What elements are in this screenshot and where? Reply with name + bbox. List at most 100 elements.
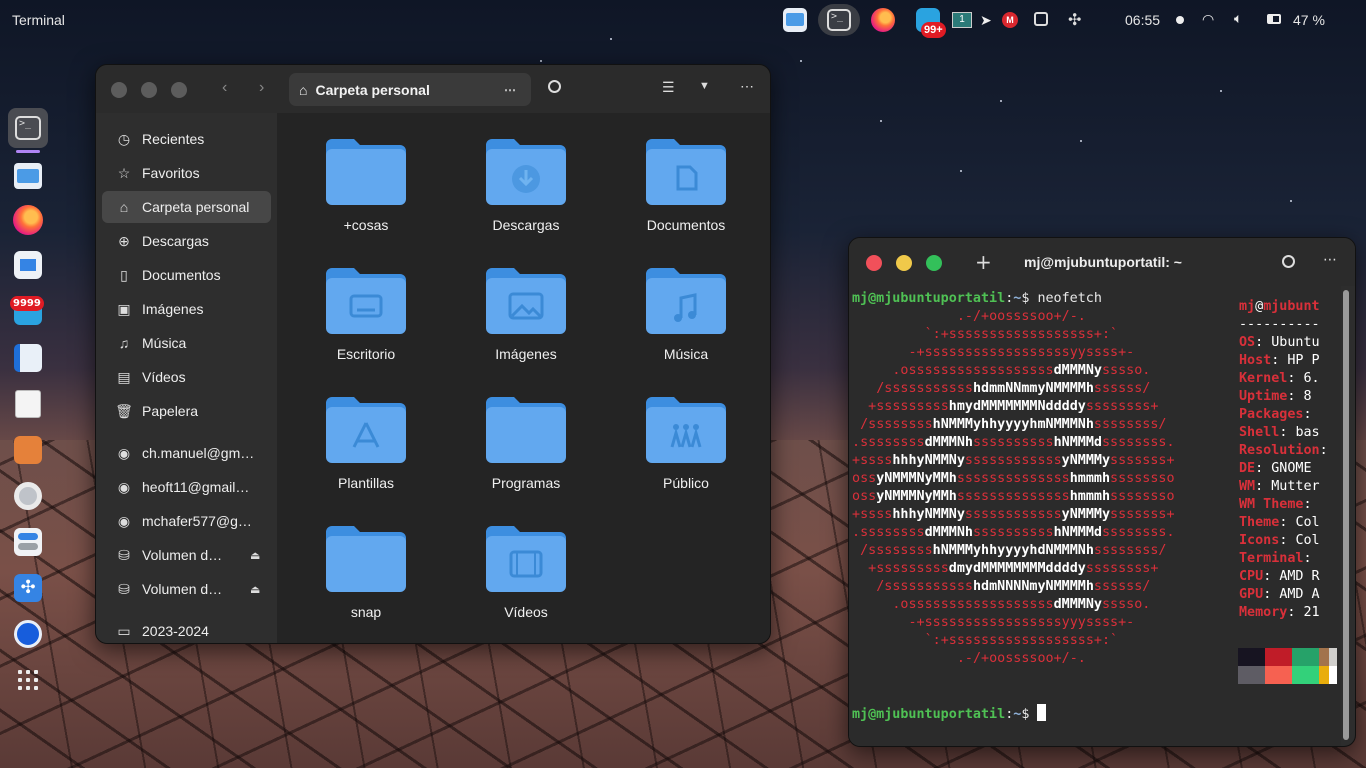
sidebar-item-favoritos[interactable]: ☆ Favoritos	[102, 157, 271, 189]
location-bar[interactable]: ⌂ Carpeta personal ⋯	[289, 73, 531, 106]
battery-icon[interactable]	[1267, 14, 1281, 24]
folder-icon	[326, 268, 406, 334]
folder-item[interactable]: +cosas	[296, 137, 436, 257]
palette-swatch	[1265, 648, 1292, 666]
clock[interactable]: 06:55	[1125, 12, 1160, 28]
list-view-icon[interactable]: ☰	[662, 79, 675, 96]
sidebar-item-carpeta-personal[interactable]: ⌂ Carpeta personal	[102, 191, 271, 223]
dock-files[interactable]	[10, 158, 46, 194]
sidebar-item-volume-1[interactable]: ⛁ Volumen d… ⏏	[102, 539, 271, 571]
minimize-button[interactable]	[141, 82, 157, 98]
dock-settings[interactable]	[10, 478, 46, 514]
home-icon: ⌂	[299, 81, 308, 98]
dock-extensions[interactable]: ✣	[10, 570, 46, 606]
dock-bitwarden[interactable]	[10, 616, 46, 652]
clipboard-icon[interactable]	[1034, 12, 1048, 26]
forward-button[interactable]: ›	[259, 79, 264, 97]
wifi-icon[interactable]: ◠	[1202, 11, 1214, 28]
scrollbar[interactable]	[1343, 290, 1349, 740]
puzzle-icon: ✣	[14, 574, 42, 602]
active-app-title[interactable]: Terminal	[12, 12, 65, 28]
sidebar-item-imagenes[interactable]: ▣ Imágenes	[102, 293, 271, 325]
sidebar-item-network-1[interactable]: ◉ ch.manuel@gm…	[102, 437, 271, 469]
close-button[interactable]	[111, 82, 127, 98]
back-button[interactable]: ‹	[222, 79, 227, 97]
search-icon[interactable]	[1282, 255, 1295, 268]
trash-icon: 🗑︎	[115, 402, 133, 419]
mega-icon[interactable]: M	[1002, 12, 1018, 28]
folder-label: Público	[663, 475, 709, 491]
folder-item[interactable]: Música	[616, 266, 756, 386]
dock-gimp[interactable]	[10, 432, 46, 468]
palette-swatch	[1319, 648, 1329, 666]
maximize-button[interactable]	[171, 82, 187, 98]
sidebar-item-2023-2024[interactable]: ▭ 2023-2024	[102, 615, 271, 643]
menu-icon[interactable]: ⋯	[740, 78, 754, 95]
terminal-icon[interactable]: >_	[818, 4, 860, 36]
sidebar-item-documentos[interactable]: ▯ Documentos	[102, 259, 271, 291]
network-icon: ◉	[117, 478, 131, 495]
firefox-icon[interactable]	[871, 8, 895, 32]
eject-icon[interactable]: ⏏	[250, 583, 260, 596]
show-apps-button[interactable]	[10, 662, 46, 698]
folder-item[interactable]: Descargas	[456, 137, 596, 257]
info-row: GPU: AMD A	[1239, 587, 1320, 602]
dock-mail[interactable]	[10, 247, 46, 283]
color-palette	[1238, 648, 1337, 684]
palette-swatch	[1329, 648, 1337, 666]
clock-icon: ◷	[117, 130, 131, 147]
eject-icon[interactable]: ⏏	[250, 549, 260, 562]
folder-item[interactable]: Público	[616, 395, 756, 515]
info-row: Host: HP P	[1239, 353, 1320, 368]
folder-icon: ▭	[117, 622, 131, 639]
extensions-icon[interactable]: ✣	[1068, 10, 1081, 30]
sidebar-item-network-2[interactable]: ◉ heoft11@gmail…	[102, 471, 271, 503]
dock-firefox[interactable]	[10, 202, 46, 238]
files-icon[interactable]	[783, 8, 807, 32]
dock-tweaks[interactable]	[10, 524, 46, 560]
files-window: ‹ › ⌂ Carpeta personal ⋯ ☰ ▼ ⋯ ◷ Reciente…	[95, 64, 771, 644]
palette-swatch	[1292, 648, 1319, 666]
telegram-tray-icon[interactable]: ➤	[980, 12, 992, 29]
sidebar-item-musica[interactable]: ♫ Música	[102, 327, 271, 359]
more-icon[interactable]: ⋯	[504, 83, 516, 97]
folder-item[interactable]: Documentos	[616, 137, 756, 257]
document-icon: ▯	[120, 266, 128, 283]
dock-text-editor[interactable]	[10, 386, 46, 422]
sidebar-item-recientes[interactable]: ◷ Recientes	[102, 123, 271, 155]
status-dot-icon	[1176, 16, 1184, 24]
folder-icon	[646, 397, 726, 463]
sidebar-item-network-3[interactable]: ◉ mchafer577@g…	[102, 505, 271, 537]
sidebar-item-descargas[interactable]: ⊕ Descargas	[102, 225, 271, 257]
sidebar-item-papelera[interactable]: 🗑︎ Papelera	[102, 395, 271, 427]
folder-item[interactable]: Plantillas	[296, 395, 436, 515]
menu-icon[interactable]: ⋯	[1323, 252, 1337, 268]
folder-label: Programas	[491, 475, 561, 491]
dock-writer[interactable]	[10, 340, 46, 376]
folder-item[interactable]: Escritorio	[296, 266, 436, 386]
chevron-down-icon[interactable]: ▼	[699, 80, 710, 92]
folder-icon	[14, 163, 42, 189]
sidebar-item-volume-2[interactable]: ⛁ Volumen d… ⏏	[102, 573, 271, 605]
home-icon: ⌂	[119, 199, 129, 215]
music-icon: ♫	[118, 335, 130, 351]
search-icon[interactable]	[548, 80, 561, 93]
folder-icon	[646, 139, 726, 205]
folder-item[interactable]: Programas	[456, 395, 596, 515]
dock-terminal[interactable]: >_	[8, 108, 48, 148]
folder-icon	[486, 526, 566, 592]
folder-item[interactable]: snap	[296, 524, 436, 643]
folder-label: Escritorio	[336, 346, 396, 362]
volume-icon[interactable]: 🔈︎	[1234, 10, 1242, 27]
grid-icon	[18, 670, 38, 690]
info-row: Memory: 21	[1239, 605, 1320, 620]
folder-item[interactable]: Imágenes	[456, 266, 596, 386]
folder-item[interactable]: Vídeos	[456, 524, 596, 643]
workspace-indicator-icon[interactable]: 1	[952, 12, 972, 28]
battery-percentage[interactable]: 47 %	[1293, 12, 1325, 28]
terminal-title: mj@mjubuntuportatil: ~	[1024, 254, 1182, 270]
info-row: WM: Mutter	[1239, 479, 1320, 494]
top-bar: Terminal >_ 99+ 1 ➤ M ✣ 06:55 ◠ 🔈︎ 47 %	[0, 0, 1366, 40]
palette-swatch	[1319, 666, 1329, 684]
sidebar-item-videos[interactable]: ▤ Vídeos	[102, 361, 271, 393]
